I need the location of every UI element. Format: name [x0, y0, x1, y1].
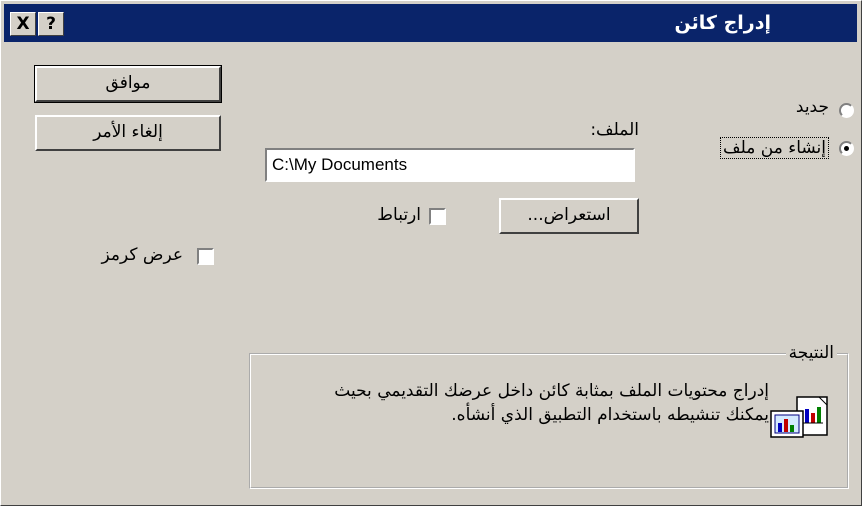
link-checkbox[interactable] — [429, 208, 446, 225]
display-as-icon-label: عرض كرمز — [101, 245, 183, 265]
radio-create-from-file-label[interactable]: إنشاء من ملف — [720, 137, 829, 159]
radio-create-from-file[interactable] — [839, 141, 854, 156]
close-icon: X — [16, 14, 30, 34]
dialog-title: إدراج كائن — [674, 12, 771, 34]
file-path-input[interactable] — [265, 148, 635, 182]
radio-new[interactable] — [839, 103, 854, 118]
browse-button[interactable]: استعراض... — [499, 198, 639, 234]
display-as-icon-checkbox[interactable] — [197, 248, 214, 265]
ok-button[interactable]: موافق — [34, 65, 222, 103]
result-description: إدراج محتويات الملف بمثابة كائن داخل عرض… — [334, 381, 769, 425]
help-button[interactable]: ? — [38, 12, 64, 36]
result-group: النتيجة إدراج محتويات الملف بمثابة كائن … — [249, 343, 849, 489]
file-label: الملف: — [590, 120, 639, 140]
help-icon: ? — [46, 14, 56, 34]
radio-selected-dot — [844, 146, 849, 151]
embedded-object-icon — [770, 396, 828, 438]
cancel-button[interactable]: إلغاء الأمر — [35, 115, 221, 151]
radio-new-label[interactable]: جديد — [796, 97, 829, 117]
link-label: ارتباط — [377, 205, 421, 225]
insert-object-dialog: X ? إدراج كائن جديد إنشاء من ملف الملف: … — [0, 0, 862, 506]
title-bar[interactable]: X ? إدراج كائن — [4, 4, 857, 42]
result-group-title: النتيجة — [785, 343, 837, 363]
close-button[interactable]: X — [10, 12, 36, 36]
